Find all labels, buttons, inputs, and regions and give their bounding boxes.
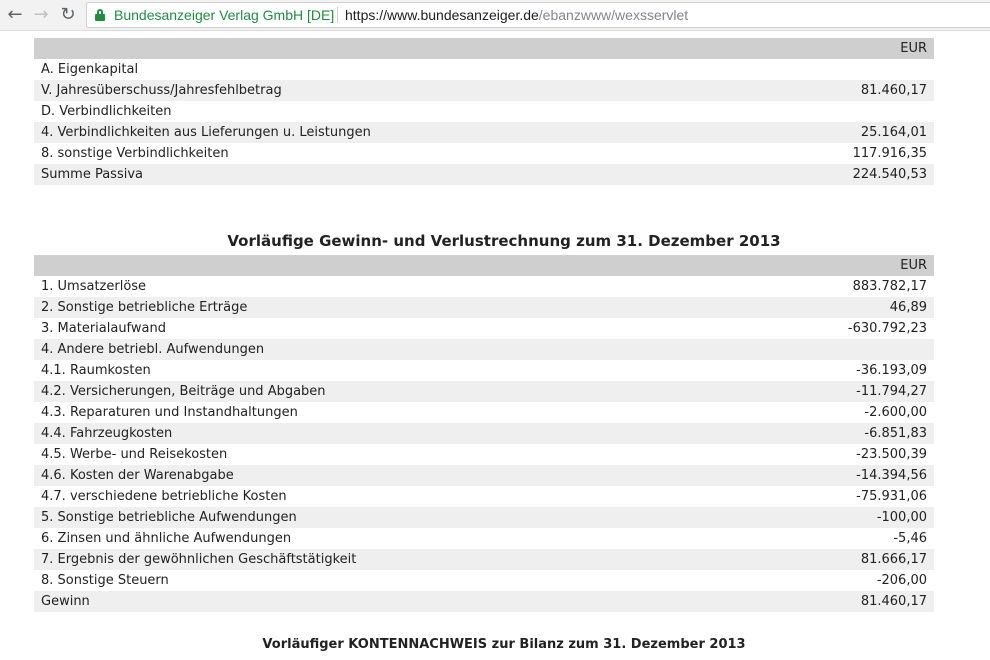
url-text[interactable]: https://www.bundesanzeiger.de/ebanzwww/w…	[345, 3, 688, 27]
row-amount	[770, 59, 934, 80]
table-row: 7. Ergebnis der gewöhnlichen Geschäftstä…	[34, 549, 934, 570]
row-amount	[770, 101, 934, 122]
row-label: D. Verbindlichkeiten	[41, 104, 172, 119]
row-amount: -11.794,27	[770, 381, 934, 402]
table-row: 4.3. Reparaturen und Instandhaltungen -2.…	[34, 402, 934, 423]
report-content: EUR A. Eigenkapital V. Jahresüberschuss/J…	[34, 38, 934, 652]
lock-icon[interactable]	[95, 9, 105, 21]
row-label: A. Eigenkapital	[41, 62, 139, 77]
row-label: 4.2. Versicherungen, Beiträge und Abgabe…	[34, 381, 770, 402]
row-amount: 46,89	[770, 297, 934, 318]
row-label: 4.6. Kosten der Warenabgabe	[34, 465, 770, 486]
row-label: 6. Zinsen und ähnliche Aufwendungen	[41, 531, 292, 546]
row-amount: -5,46	[893, 531, 927, 546]
row-label: 4. Andere betriebl. Aufwendungen	[34, 339, 770, 360]
passiva-rows: A. Eigenkapital V. Jahresüberschuss/Jahre…	[34, 59, 934, 185]
currency-header: EUR	[770, 255, 934, 276]
table-row: 8. Sonstige Steuern -206,00	[34, 570, 934, 591]
table-row: 5. Sonstige betriebliche Aufwendungen -10…	[34, 507, 934, 528]
row-label: Summe Passiva	[34, 164, 770, 185]
url-path: /ebanzwww/wexsservlet	[538, 7, 689, 23]
table-row: 4.6. Kosten der Warenabgabe -14.394,56	[34, 465, 934, 486]
table-row: 3. Materialaufwand -630.792,23	[34, 318, 934, 339]
header-label-cell	[34, 255, 770, 276]
guv-rows: 1. Umsatzerlöse 883.782,17 2. Sonstige bet…	[34, 276, 934, 612]
currency-header: EUR	[770, 38, 934, 59]
row-amount: 81.460,17	[770, 80, 934, 101]
row-amount: -6.851,83	[770, 423, 934, 444]
row-label: 8. Sonstige Steuern	[41, 573, 169, 588]
row-amount: 883.782,17	[852, 279, 927, 294]
row-label: 4. Verbindlichkeiten aus Lieferungen u. …	[34, 122, 770, 143]
row-amount: 81.666,17	[770, 549, 934, 570]
guv-table: EUR 1. Umsatzerlöse 883.782,17 2. Sonstige…	[34, 255, 934, 612]
row-amount: 117.916,35	[852, 146, 927, 161]
table-row: 4.1. Raumkosten -36.193,09	[34, 360, 934, 381]
row-label: 7. Ergebnis der gewöhnlichen Geschäftstä…	[34, 549, 770, 570]
row-amount: 81.460,17	[770, 591, 934, 612]
address-bar[interactable]: Bundesanzeiger Verlag GmbH [DE] https://…	[86, 2, 990, 28]
row-label: V. Jahresüberschuss/Jahresfehlbetrag	[34, 80, 770, 101]
back-arrow-icon[interactable]: ←	[4, 4, 26, 26]
row-amount: -14.394,56	[770, 465, 934, 486]
table-row: 4. Andere betriebl. Aufwendungen	[34, 339, 934, 360]
row-amount: -206,00	[876, 573, 927, 588]
row-amount: -75.931,06	[856, 489, 927, 504]
table-row: 6. Zinsen und ähnliche Aufwendungen -5,46	[34, 528, 934, 549]
table-row: 4. Verbindlichkeiten aus Lieferungen u. …	[34, 122, 934, 143]
table-row: 1. Umsatzerlöse 883.782,17	[34, 276, 934, 297]
row-amount: -2.600,00	[864, 405, 927, 420]
row-label: 3. Materialaufwand	[41, 321, 166, 336]
header-label-cell	[34, 38, 770, 59]
table-row: 4.2. Versicherungen, Beiträge und Abgabe…	[34, 381, 934, 402]
row-amount: 224.540,53	[770, 164, 934, 185]
table-row: V. Jahresüberschuss/Jahresfehlbetrag 81.4…	[34, 80, 934, 101]
row-label: 4.4. Fahrzeugkosten	[34, 423, 770, 444]
row-label: 4.1. Raumkosten	[41, 363, 151, 378]
row-amount: 25.164,01	[770, 122, 934, 143]
passiva-table: EUR A. Eigenkapital V. Jahresüberschuss/J…	[34, 38, 934, 185]
row-label: 5. Sonstige betriebliche Aufwendungen	[34, 507, 770, 528]
row-label: Gewinn	[34, 591, 770, 612]
table-row: D. Verbindlichkeiten	[34, 101, 934, 122]
table-header-row: EUR	[34, 255, 934, 276]
url-host: https://www.bundesanzeiger.de	[345, 7, 539, 23]
table-row: 8. sonstige Verbindlichkeiten 117.916,35	[34, 143, 934, 164]
browser-toolbar: ← → ↻ Bundesanzeiger Verlag GmbH [DE] ht…	[0, 0, 990, 31]
row-amount: -36.193,09	[856, 363, 927, 378]
table-row: 4.5. Werbe- und Reisekosten -23.500,39	[34, 444, 934, 465]
table-row: Gewinn 81.460,17	[34, 591, 934, 612]
row-label: 4.5. Werbe- und Reisekosten	[41, 447, 228, 462]
row-label: 4.7. verschiedene betriebliche Kosten	[41, 489, 287, 504]
kontennachweis-title: Vorläufiger KONTENNACHWEIS zur Bilanz zu…	[262, 637, 746, 652]
table-row: 4.7. verschiedene betriebliche Kosten -75…	[34, 486, 934, 507]
address-divider	[337, 7, 338, 23]
site-identity[interactable]: Bundesanzeiger Verlag GmbH [DE]	[114, 3, 334, 27]
guv-title: Vorläufige Gewinn- und Verlustrechnung z…	[227, 232, 781, 250]
row-label: 1. Umsatzerlöse	[41, 279, 147, 294]
row-label: 4.3. Reparaturen und Instandhaltungen	[41, 405, 298, 420]
row-amount: -100,00	[770, 507, 934, 528]
row-amount: -23.500,39	[856, 447, 927, 462]
table-row: 4.4. Fahrzeugkosten -6.851,83	[34, 423, 934, 444]
reload-icon[interactable]: ↻	[57, 4, 79, 26]
row-label: 8. sonstige Verbindlichkeiten	[41, 146, 229, 161]
row-label: 2. Sonstige betriebliche Erträge	[34, 297, 770, 318]
table-row: Summe Passiva 224.540,53	[34, 164, 934, 185]
forward-arrow-icon[interactable]: →	[30, 4, 52, 26]
row-amount	[770, 339, 934, 360]
table-row: 2. Sonstige betriebliche Erträge 46,89	[34, 297, 934, 318]
row-amount: -630.792,23	[847, 321, 927, 336]
table-header-row: EUR	[34, 38, 934, 59]
table-row: A. Eigenkapital	[34, 59, 934, 80]
